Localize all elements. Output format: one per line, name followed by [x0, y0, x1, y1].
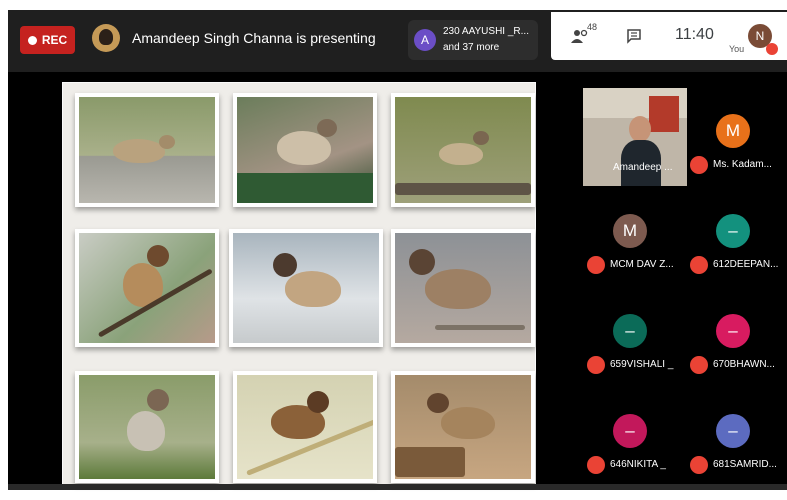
- viewer-more: and 37 more: [443, 42, 500, 53]
- participant-name: MCM DAV Z...: [610, 259, 674, 270]
- mic-off-icon: [690, 456, 708, 474]
- sparrow-photo-3: [391, 93, 535, 207]
- participant-tile[interactable]: – 659VISHALI _: [581, 282, 684, 382]
- presenting-text: Amandeep Singh Channa is presenting: [132, 30, 376, 46]
- meeting-window: REC Amandeep Singh Channa is presenting …: [8, 10, 787, 490]
- sparrow-photo-9: [391, 371, 535, 483]
- viewer-avatar: A: [414, 29, 436, 51]
- bottom-bar: [8, 484, 787, 490]
- participant-avatar: M: [716, 114, 750, 148]
- participant-avatar: –: [613, 414, 647, 448]
- mic-off-icon: [587, 356, 605, 374]
- participant-tile[interactable]: M Ms. Kadam...: [684, 82, 787, 182]
- recording-badge: REC: [20, 26, 75, 54]
- sparrow-photo-1: [75, 93, 219, 207]
- viewers-chip[interactable]: A 230 AAYUSHI _R... and 37 more: [408, 20, 538, 60]
- top-bar: REC Amandeep Singh Channa is presenting …: [8, 10, 787, 72]
- participant-avatar: –: [716, 314, 750, 348]
- clock: 11:40: [675, 26, 714, 43]
- mic-off-icon: [587, 256, 605, 274]
- participant-tile[interactable]: Amandeep ...: [581, 82, 687, 186]
- sparrow-photo-4: [75, 229, 219, 347]
- sparrow-photo-2: [233, 93, 377, 207]
- viewer-name: 230 AAYUSHI _R...: [443, 26, 529, 37]
- participant-tile[interactable]: M MCM DAV Z...: [581, 182, 684, 282]
- mic-off-icon: [587, 456, 605, 474]
- mic-off-icon: [690, 156, 708, 174]
- record-dot-icon: [27, 35, 37, 45]
- sparrow-photo-8: [233, 371, 377, 483]
- rec-label: REC: [41, 33, 68, 47]
- participant-avatar: –: [716, 214, 750, 248]
- meeting-toolbar: 48 11:40 You N: [551, 12, 787, 60]
- presentation-slide: [62, 82, 536, 488]
- participant-name: 659VISHALI _: [610, 359, 674, 370]
- sparrow-photo-6: [391, 229, 535, 347]
- participant-name: Ms. Kadam...: [713, 159, 772, 170]
- chat-icon[interactable]: [626, 28, 642, 44]
- participant-name: 612DEEPAN...: [713, 259, 779, 270]
- participant-name: 646NIKITA _: [610, 459, 666, 470]
- participant-tile[interactable]: – 670BHAWN...: [684, 282, 787, 382]
- mic-off-icon: [690, 356, 708, 374]
- you-label: You: [729, 44, 745, 54]
- participant-name: Amandeep ...: [613, 162, 673, 173]
- presenter-avatar: [92, 24, 120, 52]
- participant-tile[interactable]: – 681SAMRID...: [684, 382, 787, 482]
- mic-off-icon: [690, 256, 708, 274]
- participant-avatar: –: [613, 314, 647, 348]
- sparrow-photo-7: [75, 371, 219, 483]
- sparrow-photo-5: [229, 229, 383, 347]
- participant-tile[interactable]: – 646NIKITA _: [581, 382, 684, 482]
- participant-tile[interactable]: – 612DEEPAN...: [684, 182, 787, 282]
- participant-name: 670BHAWN...: [713, 359, 775, 370]
- people-count: 48: [587, 22, 598, 32]
- participant-avatar: M: [613, 214, 647, 248]
- participants-grid: Amandeep ... M Ms. Kadam... M MCM DAV Z.…: [581, 82, 787, 486]
- mic-off-icon: [766, 43, 778, 55]
- participant-name: 681SAMRID...: [713, 459, 777, 470]
- participant-avatar: –: [716, 414, 750, 448]
